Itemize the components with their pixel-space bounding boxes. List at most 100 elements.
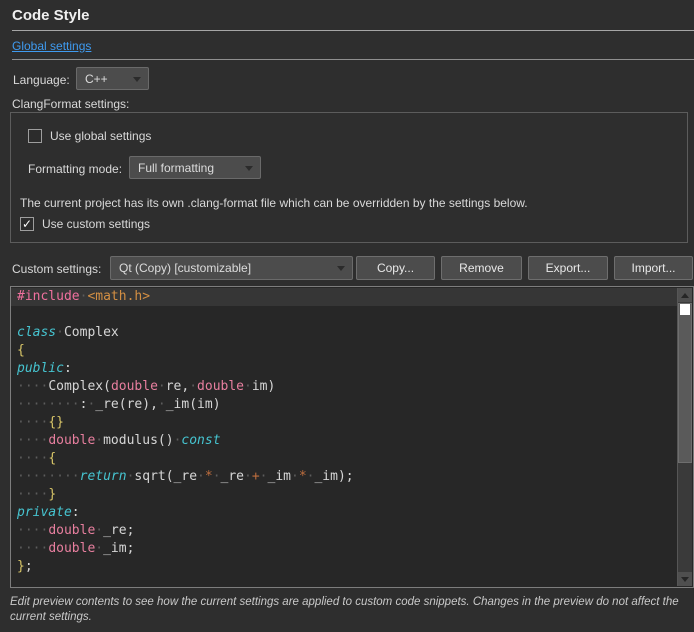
code-token: ·	[260, 469, 268, 484]
chevron-down-icon	[337, 266, 345, 271]
use-global-settings-checkbox[interactable]	[28, 129, 42, 143]
global-settings-link[interactable]: Global settings	[12, 39, 91, 53]
code-line: ········:·_re(re),·_im(im)	[11, 396, 677, 414]
code-token: +	[252, 469, 260, 484]
code-token: double	[48, 541, 95, 556]
code-token: <math.h>	[87, 289, 150, 304]
code-line: ····double·modulus()·const	[11, 432, 677, 450]
code-token: ····	[17, 433, 48, 448]
code-token: _im	[268, 469, 291, 484]
code-line: {	[11, 342, 677, 360]
code-token: double	[48, 433, 95, 448]
code-token: sqrt(_re	[134, 469, 197, 484]
code-line: ····{}	[11, 414, 677, 432]
code-token: _re	[221, 469, 244, 484]
formatting-mode-dropdown-value: Full formatting	[138, 161, 214, 175]
copy-button[interactable]: Copy...	[356, 256, 435, 280]
code-token: ·	[158, 379, 166, 394]
code-token: ·	[95, 541, 103, 556]
code-line: ····double·_im;	[11, 540, 677, 558]
code-area[interactable]: #include·<math.h>class·Complex{public:··…	[11, 288, 677, 576]
code-token: ········	[17, 397, 80, 412]
code-line: };	[11, 558, 677, 576]
use-custom-settings-label: Use custom settings	[42, 217, 150, 231]
code-preview-editor[interactable]: #include·<math.h>class·Complex{public:··…	[10, 286, 694, 588]
code-token: re,	[166, 379, 189, 394]
language-dropdown[interactable]: C++	[76, 67, 149, 90]
chevron-down-icon	[245, 166, 253, 171]
export-button[interactable]: Export...	[528, 256, 608, 280]
code-token: class	[17, 325, 56, 340]
code-token: ·	[197, 469, 205, 484]
code-token: {}	[48, 415, 64, 430]
code-token: :	[64, 361, 72, 376]
code-line: public:	[11, 360, 677, 378]
code-token: ·	[244, 379, 252, 394]
code-token: ·	[95, 523, 103, 538]
code-token: _im(im)	[166, 397, 221, 412]
formatting-mode-label: Formatting mode:	[28, 162, 122, 176]
code-token: }	[48, 487, 56, 502]
code-token: ·	[213, 469, 221, 484]
use-global-settings-label: Use global settings	[50, 129, 151, 143]
code-token: _im);	[314, 469, 353, 484]
code-token: ·	[244, 469, 252, 484]
code-token: {	[48, 451, 56, 466]
code-token: Complex(	[48, 379, 111, 394]
code-token: }	[17, 559, 25, 574]
code-token: modulus()	[103, 433, 173, 448]
code-token: ····	[17, 541, 48, 556]
use-custom-settings-row[interactable]: ✓ Use custom settings	[20, 217, 150, 231]
code-token: Complex	[64, 325, 119, 340]
code-token: _im;	[103, 541, 134, 556]
code-token: ····	[17, 523, 48, 538]
use-custom-settings-checkbox[interactable]: ✓	[20, 217, 34, 231]
code-token: private	[17, 505, 72, 520]
remove-button[interactable]: Remove	[441, 256, 522, 280]
scroll-down-button[interactable]	[678, 572, 692, 586]
clangformat-settings-label: ClangFormat settings:	[12, 97, 129, 111]
use-global-settings-row[interactable]: Use global settings	[28, 129, 151, 143]
code-token: *	[205, 469, 213, 484]
code-style-settings-pane: Code Style Global settings Language: C++…	[0, 0, 694, 632]
code-token: const	[181, 433, 220, 448]
code-line: private:	[11, 504, 677, 522]
code-token: ·	[56, 325, 64, 340]
chevron-down-icon	[133, 77, 141, 82]
title-separator	[12, 30, 694, 31]
vertical-scrollbar[interactable]	[677, 288, 692, 586]
code-token: return	[80, 469, 127, 484]
custom-settings-dropdown[interactable]: Qt (Copy) [customizable]	[110, 256, 353, 280]
code-token: _re(re),	[95, 397, 158, 412]
link-separator	[12, 59, 694, 60]
code-line: #include·<math.h>	[11, 288, 677, 306]
custom-settings-dropdown-value: Qt (Copy) [customizable]	[119, 261, 251, 275]
clang-format-note: The current project has its own .clang-f…	[20, 196, 528, 210]
code-token: ·	[95, 433, 103, 448]
code-line: class·Complex	[11, 324, 677, 342]
scroll-down-icon	[681, 577, 689, 582]
scrollbar-thumb[interactable]	[678, 303, 692, 463]
code-token: ·	[158, 397, 166, 412]
code-token: double	[111, 379, 158, 394]
formatting-mode-dropdown[interactable]: Full formatting	[129, 156, 261, 179]
import-button[interactable]: Import...	[614, 256, 693, 280]
code-token: ····	[17, 415, 48, 430]
code-line	[11, 306, 677, 324]
code-token: ····	[17, 379, 48, 394]
code-line: ····double·_re;	[11, 522, 677, 540]
code-token: ·	[189, 379, 197, 394]
code-token: double	[48, 523, 95, 538]
code-token: {	[17, 343, 25, 358]
code-token: im)	[252, 379, 275, 394]
code-line: ····{	[11, 450, 677, 468]
code-line: ····Complex(double·re,·double·im)	[11, 378, 677, 396]
scroll-up-icon	[681, 293, 689, 298]
code-token: ·	[291, 469, 299, 484]
code-line: ····}	[11, 486, 677, 504]
code-token: ····	[17, 487, 48, 502]
page-title: Code Style	[12, 7, 90, 24]
scroll-up-button[interactable]	[678, 288, 692, 302]
code-token: :	[72, 505, 80, 520]
preview-hint-text: Edit preview contents to see how the cur…	[10, 595, 688, 625]
